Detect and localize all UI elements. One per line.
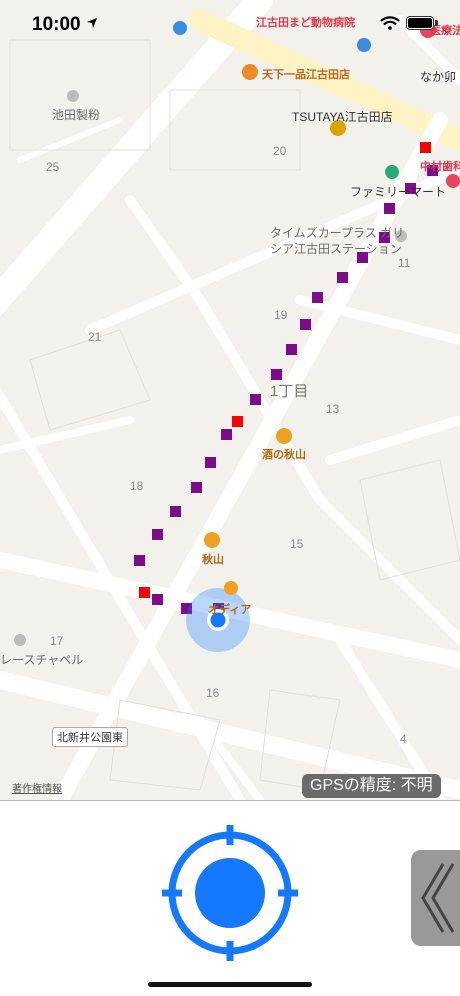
place-tenka[interactable]: 天下一品江古田店 (262, 66, 350, 82)
map-view[interactable]: 池田製粉 TSUTAYA江古田店 天下一品江古田店 ファミリーマート タイムズカ… (0, 0, 460, 800)
station-label[interactable]: 北新井公園東 (52, 727, 128, 747)
crosshair-target-icon[interactable] (160, 823, 300, 963)
district-label: 1丁目 (270, 383, 309, 400)
place-odia[interactable]: オディア (208, 601, 251, 617)
block-number: 4 (400, 732, 407, 746)
chevron-left-icon (421, 863, 455, 933)
place-chapel[interactable]: レースチャペル (0, 651, 83, 668)
gps-accuracy-badge: GPSの精度: 不明 (302, 774, 441, 798)
block-number: 25 (46, 160, 60, 174)
block-number: 18 (130, 479, 144, 493)
place-ikeda[interactable]: 池田製粉 (52, 106, 100, 123)
block-number: 15 (290, 537, 304, 551)
block-number: 16 (206, 686, 220, 700)
block-number: 13 (326, 402, 340, 416)
place-nakamura[interactable]: 中村歯科 (420, 158, 460, 174)
location-arrow-icon (87, 18, 97, 28)
block-number: 19 (274, 308, 288, 322)
block-number: 21 (88, 330, 102, 344)
place-nakaka[interactable]: なか卯 (420, 68, 456, 85)
place-times[interactable]: タイムズカープラス ガリ (270, 224, 404, 241)
place-akiyama[interactable]: 秋山 (202, 551, 224, 567)
wifi-icon (380, 16, 400, 30)
block-number: 17 (50, 634, 64, 648)
place-times2[interactable]: シア江古田ステーション (270, 240, 402, 257)
place-tsutaya[interactable]: TSUTAYA江古田店 (292, 108, 393, 125)
status-time: 10:00 (32, 14, 81, 35)
block-number: 20 (273, 144, 287, 158)
place-sake[interactable]: 酒の秋山 (262, 446, 306, 462)
block-number: 11 (398, 256, 411, 270)
place-family[interactable]: ファミリーマート (350, 183, 446, 200)
copyright-link[interactable]: 著作権情報 (12, 780, 62, 795)
status-bar: 10:00 (0, 0, 460, 46)
battery-icon (406, 16, 438, 30)
home-indicator[interactable] (148, 982, 312, 987)
side-panel-tab[interactable] (411, 850, 460, 946)
divider (0, 800, 460, 801)
